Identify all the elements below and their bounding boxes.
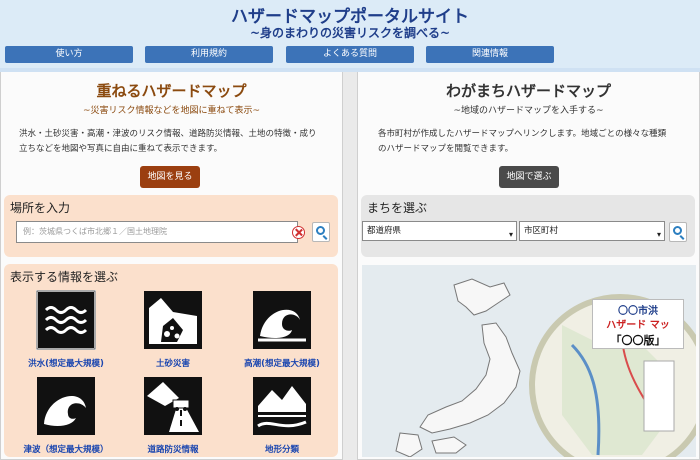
storm-surge-icon	[253, 291, 311, 349]
chevron-down-icon: ▾	[656, 230, 661, 239]
location-search-input[interactable]: 例：茨城県つくば市北郷１／国土地理院	[16, 221, 298, 243]
location-search-box: 場所を入力 例：茨城県つくば市北郷１／国土地理院	[4, 195, 338, 257]
callout-line3: 「〇〇版」	[610, 334, 666, 347]
landslide-label: 土砂災害	[155, 359, 190, 369]
callout-line2: ハザード マッ	[606, 320, 670, 331]
town-select-box: まちを選ぶ 都道府県 ▾ 市区町村 ▾	[361, 195, 695, 257]
city-select-value: 市区町村	[524, 226, 559, 236]
left-panel-description: 洪水・土砂災害・高潮・津波のリスク情報、道路防災情報、土地の特徴・成り 立ちなど…	[19, 127, 331, 157]
clear-icon[interactable]	[292, 226, 305, 239]
nav-faq-button[interactable]: よくある質問	[286, 46, 414, 63]
road-info-label: 道路防災情報	[147, 445, 199, 455]
right-panel-subtitle: ~地域のハザードマップを入手する~	[453, 106, 604, 116]
nav-related-button[interactable]: 関連情報	[426, 46, 554, 63]
search-icon-handle	[679, 235, 685, 240]
view-map-button[interactable]: 地図を見る	[140, 166, 200, 188]
nav-terms-button[interactable]: 利用規約	[145, 46, 273, 63]
road-disaster-icon	[144, 377, 202, 435]
terrain-icon	[253, 377, 311, 435]
prefecture-select-value: 都道府県	[367, 226, 402, 236]
left-desc-line: 洪水・土砂災害・高潮・津波のリスク情報、道路防災情報、土地の特徴・成り	[19, 129, 317, 139]
japan-map-preview[interactable]: 〇〇市洪 ハザード マッ 「〇〇版」	[362, 265, 696, 457]
nav-usage-button[interactable]: 使い方	[5, 46, 133, 63]
site-subtitle: ~身のまわりの災害リスクを調べる~	[249, 26, 451, 40]
town-select-title: まちを選ぶ	[367, 201, 428, 215]
info-select-box: 表示する情報を選ぶ 洪水(想定最大規模) 土砂災害 高潮(想定最大規模) 津波（…	[4, 264, 338, 457]
chevron-down-icon: ▾	[508, 230, 513, 239]
town-search-button[interactable]	[669, 222, 687, 242]
tsunami-item[interactable]: 津波（想定最大規模）	[21, 376, 111, 455]
flood-label: 洪水(想定最大規模)	[28, 359, 104, 369]
storm-surge-label: 高潮(想定最大規模)	[244, 359, 320, 369]
search-icon-handle	[322, 235, 328, 240]
select-on-map-button[interactable]: 地図で選ぶ	[499, 166, 559, 188]
landslide-item[interactable]: 土砂災害	[128, 290, 218, 369]
overlay-hazard-panel: 重ねるハザードマップ ~災害リスク情報などを地図に重ねて表示~ 洪水・土砂災害・…	[0, 72, 343, 460]
search-icon	[673, 226, 682, 235]
flood-icon	[36, 290, 96, 350]
sample-map-callout: 〇〇市洪 ハザード マッ 「〇〇版」	[592, 299, 684, 349]
city-select[interactable]: 市区町村 ▾	[519, 221, 665, 241]
location-search-title: 場所を入力	[10, 201, 71, 215]
terrain-item[interactable]: 地形分類	[237, 376, 327, 455]
japan-map-image	[362, 265, 696, 457]
search-button[interactable]	[312, 222, 330, 242]
right-desc-line: 各市町村が作成したハザードマップへリンクします。地域ごとの様々な種類	[378, 129, 667, 139]
callout-line1: 〇〇市洪	[618, 306, 658, 317]
storm-surge-item[interactable]: 高潮(想定最大規模)	[237, 290, 327, 369]
right-desc-line: のハザードマップを閲覧できます。	[378, 144, 514, 154]
info-select-title: 表示する情報を選ぶ	[10, 270, 119, 284]
flood-item[interactable]: 洪水(想定最大規模)	[21, 290, 111, 369]
tsunami-icon	[37, 377, 95, 435]
tsunami-label: 津波（想定最大規模）	[23, 445, 109, 455]
prefecture-select[interactable]: 都道府県 ▾	[362, 221, 517, 241]
road-info-item[interactable]: 道路防災情報	[128, 376, 218, 455]
left-panel-title: 重ねるハザードマップ	[96, 82, 247, 100]
left-panel-subtitle: ~災害リスク情報などを地図に重ねて表示~	[82, 106, 261, 116]
right-panel-title: わがまちハザードマップ	[445, 82, 611, 100]
right-panel-description: 各市町村が作成したハザードマップへリンクします。地域ごとの様々な種類 のハザード…	[378, 127, 690, 157]
left-desc-line: 立ちなどを地図や写真に自由に重ねて表示できます。	[19, 144, 223, 154]
column-divider	[343, 72, 357, 460]
landslide-icon	[144, 291, 202, 349]
site-header: ハザードマップポータルサイト ~身のまわりの災害リスクを調べる~ 使い方 利用規…	[0, 0, 700, 68]
search-icon	[316, 226, 325, 235]
terrain-label: 地形分類	[264, 445, 299, 455]
